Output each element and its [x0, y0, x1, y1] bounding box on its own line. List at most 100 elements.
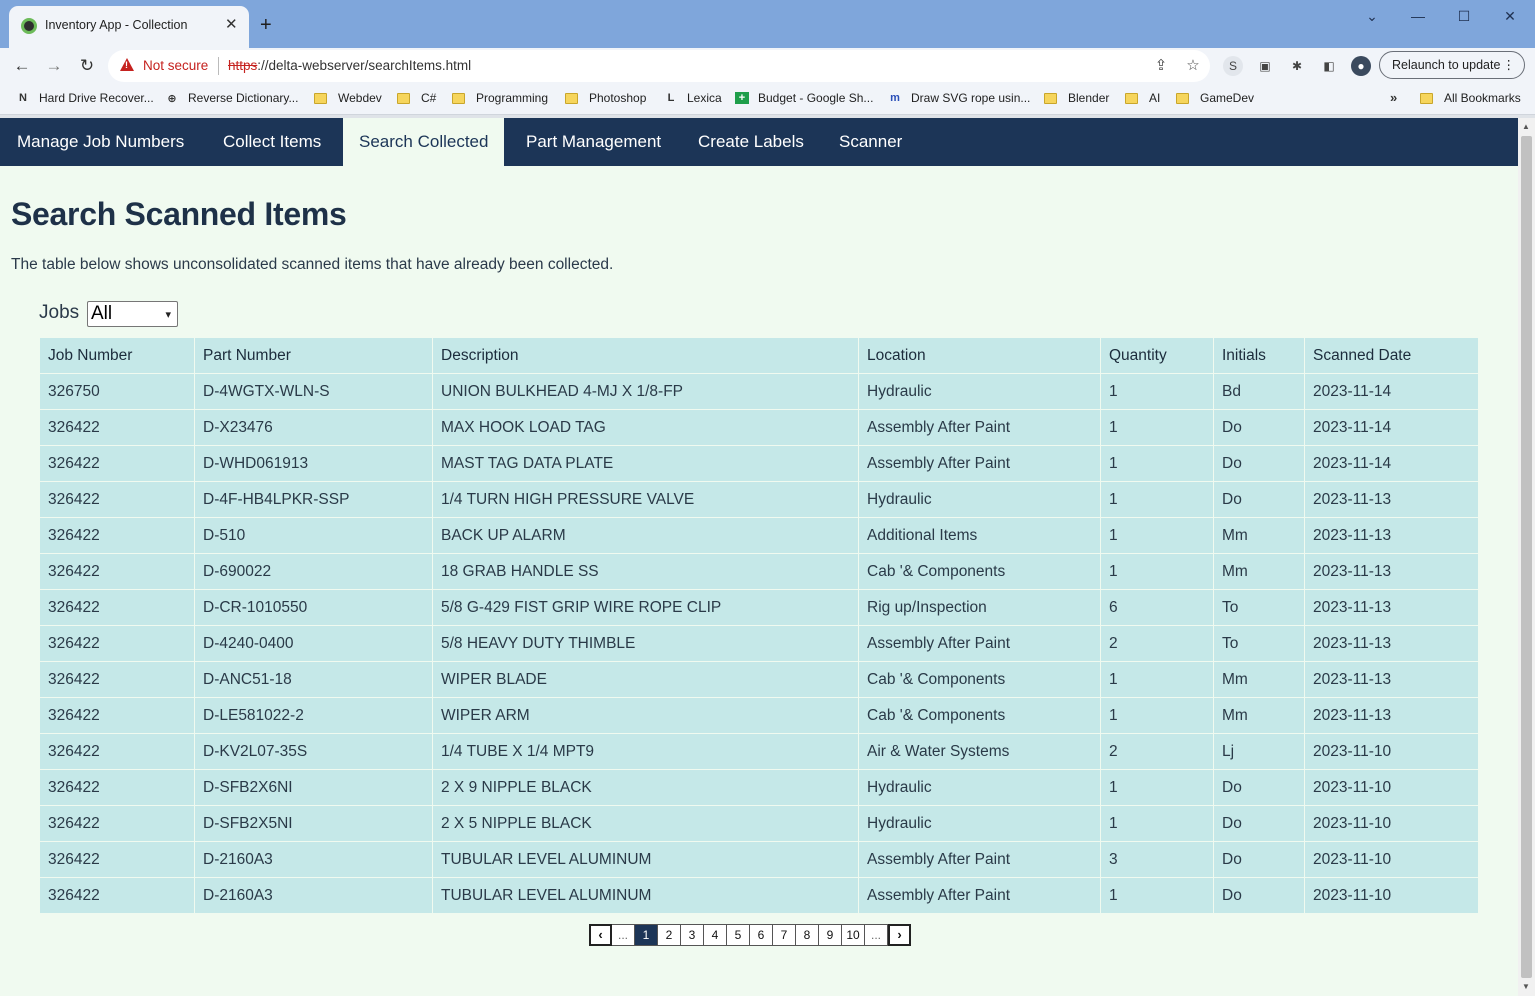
- nav-part-management[interactable]: Part Management: [510, 118, 677, 166]
- scanned-date-cell: 2023-11-13: [1305, 482, 1478, 518]
- scroll-down-icon[interactable]: ▼: [1522, 982, 1530, 991]
- pager-ellipsis-button[interactable]: ...: [865, 924, 888, 946]
- new-tab-icon[interactable]: +: [260, 14, 272, 36]
- forward-icon[interactable]: →: [42, 55, 66, 77]
- reload-icon[interactable]: ↻: [75, 55, 99, 77]
- tab-search-chevron-icon[interactable]: ⌄: [1352, 6, 1392, 26]
- pager-page-button[interactable]: 10: [842, 924, 865, 946]
- quantity-cell: 1: [1101, 662, 1214, 698]
- jobs-select[interactable]: All ▾: [87, 301, 178, 327]
- part-number-cell: D-2160A3: [195, 842, 433, 878]
- part-number-cell: D-4F-HB4LPKR-SSP: [195, 482, 433, 518]
- back-icon[interactable]: ←: [10, 55, 34, 77]
- bookmark-item[interactable]: + Budget - Google Sh...: [735, 91, 873, 105]
- share-icon[interactable]: ⇪: [1151, 57, 1171, 75]
- folder-icon: [397, 92, 410, 104]
- pager-next-button[interactable]: ›: [888, 924, 911, 946]
- relaunch-button[interactable]: Relaunch to update ⋮: [1379, 51, 1525, 79]
- extension-s-icon[interactable]: S: [1223, 56, 1243, 76]
- pager-page-button[interactable]: 6: [750, 924, 773, 946]
- location-cell: Cab '& Components: [859, 698, 1101, 734]
- job-number-cell: 326422: [40, 878, 195, 914]
- pager-page-button[interactable]: 9: [819, 924, 842, 946]
- bookmark-folder[interactable]: C#: [397, 91, 436, 105]
- jobs-label: Jobs: [39, 302, 80, 323]
- warning-icon: [120, 58, 134, 71]
- job-number-cell: 326422: [40, 626, 195, 662]
- page-scrollbar[interactable]: ▲ ▼: [1518, 118, 1535, 996]
- pager-page-button[interactable]: 1: [635, 924, 658, 946]
- table-row: 326422 D-2160A3 TUBULAR LEVEL ALUMINUM Asse…: [40, 878, 1478, 914]
- column-header: Job Number: [40, 338, 195, 374]
- scroll-up-icon[interactable]: ▲: [1522, 122, 1530, 131]
- column-header: Description: [433, 338, 859, 374]
- security-label[interactable]: Not secure: [143, 58, 208, 73]
- job-number-cell: 326422: [40, 446, 195, 482]
- nav-collect-items[interactable]: Collect Items: [207, 118, 337, 166]
- table-row: 326422 D-4F-HB4LPKR-SSP 1/4 TURN HIGH PRES…: [40, 482, 1478, 518]
- bookmark-item[interactable]: N Hard Drive Recover...: [16, 91, 154, 105]
- url-text[interactable]: https://delta-webserver/searchItems.html: [228, 58, 471, 73]
- tab-close-icon[interactable]: ✕: [225, 15, 238, 35]
- job-number-cell: 326422: [40, 734, 195, 770]
- profile-avatar-icon[interactable]: ●: [1351, 56, 1371, 76]
- pager-page-button[interactable]: 4: [704, 924, 727, 946]
- maximize-icon[interactable]: ☐: [1444, 6, 1484, 26]
- pager-page-button[interactable]: 2: [658, 924, 681, 946]
- bookmark-item[interactable]: m Draw SVG rope usin...: [888, 91, 1030, 105]
- scanned-date-cell: 2023-11-13: [1305, 698, 1478, 734]
- browser-toolbar: ← → ↻ Not secure https://delta-webserver…: [0, 48, 1535, 84]
- extension-page-icon[interactable]: ▣: [1255, 56, 1275, 76]
- page-description: The table below shows unconsolidated sca…: [11, 256, 614, 273]
- bookmark-item[interactable]: ⊕ Reverse Dictionary...: [165, 91, 298, 105]
- bookmark-folder[interactable]: Photoshop: [565, 91, 646, 105]
- scanned-items-table: Job Number Part Number Description Location…: [40, 338, 1478, 914]
- bookmarks-bar: N Hard Drive Recover... ⊕ Reverse Dictiona…: [0, 84, 1535, 115]
- nav-manage-job-numbers[interactable]: Manage Job Numbers: [0, 118, 201, 166]
- initials-cell: Mm: [1214, 554, 1305, 590]
- bookmark-folder[interactable]: AI: [1125, 91, 1160, 105]
- location-cell: Hydraulic: [859, 806, 1101, 842]
- minimize-icon[interactable]: —: [1398, 6, 1438, 26]
- pager-page-button[interactable]: 8: [796, 924, 819, 946]
- bookmark-folder[interactable]: GameDev: [1176, 91, 1254, 105]
- close-window-icon[interactable]: ✕: [1490, 6, 1530, 26]
- folder-icon: [452, 92, 465, 104]
- part-number-cell: D-WHD061913: [195, 446, 433, 482]
- pager-page-button[interactable]: 7: [773, 924, 796, 946]
- description-cell: TUBULAR LEVEL ALUMINUM: [433, 842, 859, 878]
- browser-tab[interactable]: Inventory App - Collection ✕: [9, 6, 249, 48]
- part-number-cell: D-690022: [195, 554, 433, 590]
- quantity-cell: 1: [1101, 410, 1214, 446]
- initials-cell: Mm: [1214, 698, 1305, 734]
- nav-create-labels[interactable]: Create Labels: [682, 118, 820, 166]
- folder-icon: [1420, 92, 1433, 104]
- nav-search-collected[interactable]: Search Collected: [343, 118, 505, 166]
- onenote-icon: N: [19, 92, 27, 104]
- pager-page-button[interactable]: 3: [681, 924, 704, 946]
- address-bar[interactable]: Not secure https://delta-webserver/searc…: [108, 50, 1210, 82]
- pager-page-button[interactable]: 5: [727, 924, 750, 946]
- location-cell: Air & Water Systems: [859, 734, 1101, 770]
- extensions-puzzle-icon[interactable]: ✱: [1287, 56, 1307, 76]
- pager-ellipsis-button[interactable]: ...: [612, 924, 635, 946]
- chevron-down-icon: ▾: [165, 309, 171, 321]
- side-panel-icon[interactable]: ◧: [1319, 56, 1339, 76]
- bookmarks-overflow-icon[interactable]: »: [1390, 90, 1397, 105]
- pager-prev-button[interactable]: ‹: [589, 924, 612, 946]
- location-cell: Assembly After Paint: [859, 626, 1101, 662]
- all-bookmarks-folder[interactable]: All Bookmarks: [1420, 91, 1521, 105]
- location-cell: Additional Items: [859, 518, 1101, 554]
- bookmark-star-icon[interactable]: ☆: [1183, 57, 1203, 75]
- folder-icon: [565, 92, 578, 104]
- bookmark-item[interactable]: L Lexica: [664, 91, 722, 105]
- bookmark-folder[interactable]: Webdev: [314, 91, 382, 105]
- description-cell: 5/8 HEAVY DUTY THIMBLE: [433, 626, 859, 662]
- app-nav: Manage Job Numbers Collect Items Search …: [0, 118, 1518, 166]
- scrollbar-thumb[interactable]: [1521, 136, 1532, 978]
- bookmark-folder[interactable]: Programming: [452, 91, 548, 105]
- menu-dots-icon[interactable]: ⋮: [1503, 52, 1516, 78]
- bookmark-folder[interactable]: Blender: [1044, 91, 1109, 105]
- job-number-cell: 326422: [40, 662, 195, 698]
- nav-scanner[interactable]: Scanner: [823, 118, 918, 166]
